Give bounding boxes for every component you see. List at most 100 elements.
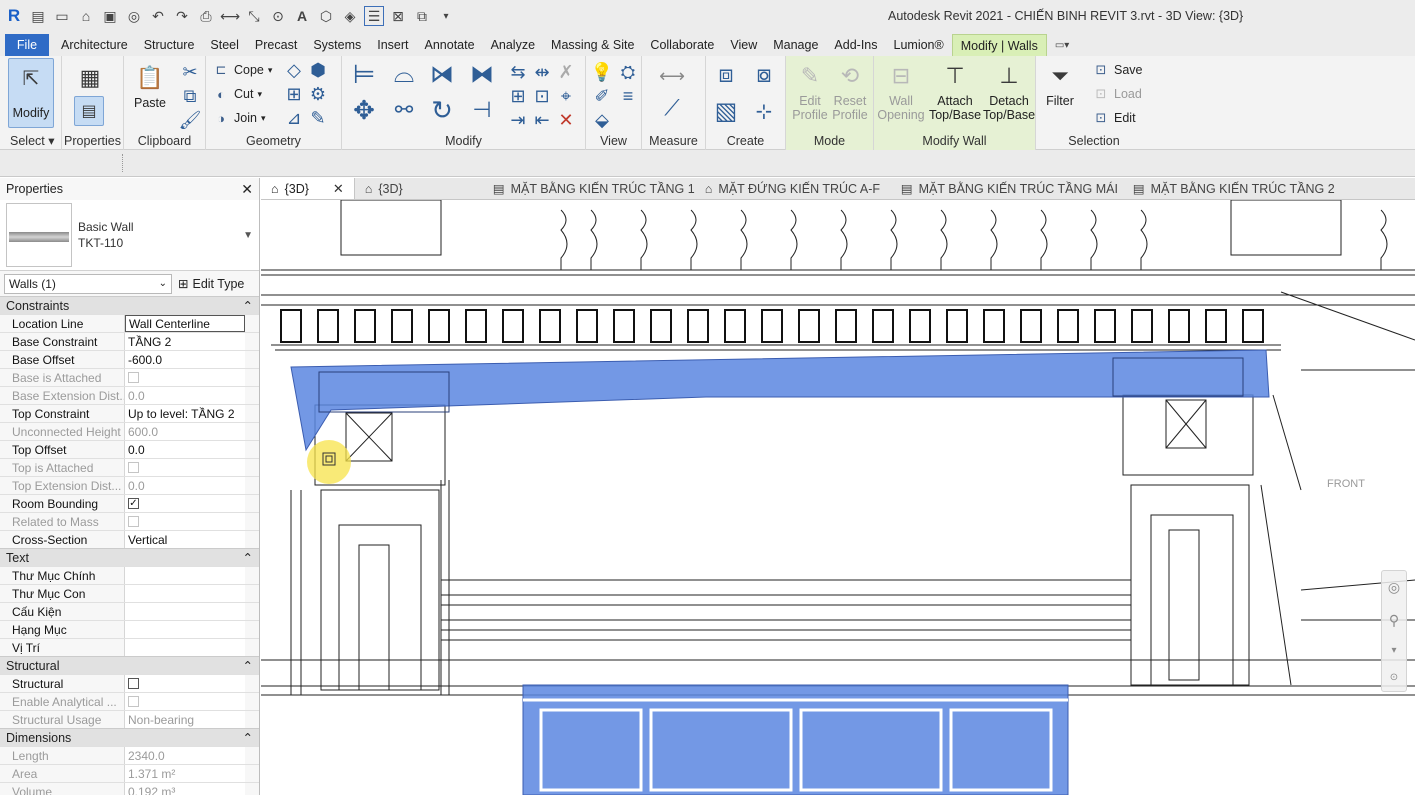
cut-geometry-button[interactable]: ◐ Cut ▾: [212, 85, 262, 103]
trim-extend-single-icon[interactable]: ⇤: [530, 108, 554, 132]
view-tab[interactable]: ⌂ {3D} ✕: [261, 178, 355, 199]
switch-windows-icon[interactable]: ⧉: [412, 6, 432, 26]
prop-value[interactable]: -600.0: [125, 351, 245, 368]
3d-viewport[interactable]: FRONT ◎ ⚲ ▾ ⊙: [261, 200, 1415, 795]
prop-row[interactable]: Cấu Kiện: [0, 602, 259, 620]
instance-filter-dropdown[interactable]: Walls (1) ⌄: [4, 273, 172, 294]
save-icon[interactable]: ▣: [100, 6, 120, 26]
mirror-draw-axis-icon[interactable]: ⧓: [470, 61, 494, 88]
collapse-icon[interactable]: ⌃: [243, 730, 253, 745]
type-selector[interactable]: Basic Wall TKT-110 ▼: [0, 200, 259, 270]
revit-logo-icon[interactable]: R: [4, 6, 24, 26]
prop-value[interactable]: [125, 585, 245, 602]
tab-insert[interactable]: Insert: [369, 34, 416, 56]
trim-icon[interactable]: ⊣: [470, 97, 494, 122]
prop-row[interactable]: Base Offset -600.0: [0, 350, 259, 368]
remove-paint-icon[interactable]: ✎: [306, 106, 330, 130]
tab-file[interactable]: File: [5, 34, 49, 56]
new-icon[interactable]: ▭: [52, 6, 72, 26]
tab-massing-site[interactable]: Massing & Site: [543, 34, 642, 56]
tab-architecture[interactable]: Architecture: [53, 34, 136, 56]
linework-icon[interactable]: ✐: [590, 84, 614, 108]
chevron-down-icon[interactable]: ▾: [1391, 645, 1396, 656]
tab-annotate[interactable]: Annotate: [417, 34, 483, 56]
cope-button[interactable]: ⊏ Cope ▾: [212, 61, 273, 79]
dimension-icon[interactable]: ⤡: [244, 6, 264, 26]
tab-manage[interactable]: Manage: [765, 34, 826, 56]
viewcube-face-label[interactable]: FRONT: [1327, 478, 1365, 490]
prop-value[interactable]: ✓: [125, 495, 245, 512]
match-properties-icon[interactable]: 🖌: [178, 108, 202, 132]
tab-add-ins[interactable]: Add-Ins: [826, 34, 885, 56]
prop-value[interactable]: Wall Centerline: [125, 315, 245, 332]
tab-structure[interactable]: Structure: [136, 34, 203, 56]
prop-value[interactable]: [125, 603, 245, 620]
demolish-icon[interactable]: ⚙: [306, 82, 330, 106]
pin-icon[interactable]: ⌖: [554, 84, 578, 108]
collapse-icon[interactable]: ⌃: [243, 658, 253, 673]
view-tab[interactable]: ▤ MẶT BẰNG KIẾN TRÚC TẦNG 2: [1123, 178, 1345, 199]
split-gap-icon[interactable]: ⇹: [530, 60, 554, 84]
reset-profile-button[interactable]: ⟲ Reset Profile: [830, 58, 870, 122]
prop-value[interactable]: [125, 675, 245, 692]
tab-modify-walls[interactable]: Modify | Walls: [951, 34, 1047, 56]
close-hidden-icon[interactable]: ⊠: [388, 6, 408, 26]
view-tab[interactable]: ▤ MẶT BẰNG KIẾN TRÚC TẦNG 1: [483, 178, 695, 199]
detach-top-base-button[interactable]: ⊥ Detach Top/Base: [982, 58, 1036, 122]
thin-lines-icon[interactable]: ☰: [364, 6, 384, 26]
create-similar-icon[interactable]: ⊹: [748, 96, 780, 126]
type-properties-button[interactable]: ▦: [72, 60, 108, 96]
collapse-icon[interactable]: ⌃: [243, 550, 253, 565]
prop-row[interactable]: Top Offset 0.0: [0, 440, 259, 458]
create-assembly-icon[interactable]: ⧈: [710, 60, 742, 90]
viewcube[interactable]: FRONT: [1311, 462, 1381, 506]
redo-icon[interactable]: ↷: [172, 6, 192, 26]
prop-row[interactable]: Cross-Section Vertical: [0, 530, 259, 548]
prop-row[interactable]: Vị Trí: [0, 638, 259, 656]
section-icon[interactable]: ◈: [340, 6, 360, 26]
text-icon[interactable]: A: [292, 6, 312, 26]
beam-join-icon[interactable]: ⊿: [282, 106, 306, 130]
attach-top-base-button[interactable]: ⊤ Attach Top/Base: [928, 58, 982, 122]
create-group-icon[interactable]: ▧: [710, 96, 742, 126]
aligned-dimension-icon[interactable]: ⟋: [652, 95, 692, 120]
paste-button[interactable]: 📋 Paste: [132, 60, 168, 110]
sync-icon[interactable]: ◎: [124, 6, 144, 26]
load-selection-button[interactable]: ⊡ Load: [1092, 85, 1142, 103]
prop-value[interactable]: Up to level: TẦNG 2: [125, 405, 245, 422]
prop-value[interactable]: [125, 621, 245, 638]
print-icon[interactable]: ⎙: [196, 6, 216, 26]
room-bounding-checkbox[interactable]: ✓: [128, 498, 139, 509]
prop-value[interactable]: TẦNG 2: [125, 333, 245, 350]
recent-files-icon[interactable]: ▤: [28, 6, 48, 26]
save-selection-button[interactable]: ⊡ Save: [1092, 61, 1143, 79]
default-3d-icon[interactable]: ⬡: [316, 6, 336, 26]
tab-collaborate[interactable]: Collaborate: [642, 34, 722, 56]
delete-icon[interactable]: ✕: [554, 108, 578, 132]
collapse-icon[interactable]: ⌃: [243, 298, 253, 313]
unpin-icon[interactable]: ✗: [554, 60, 578, 84]
edit-profile-button[interactable]: ✎ Edit Profile: [790, 58, 830, 122]
prop-value[interactable]: [125, 639, 245, 656]
prop-row[interactable]: Thư Mục Chính: [0, 566, 259, 584]
prop-row[interactable]: Hạng Mục: [0, 620, 259, 638]
tab-systems[interactable]: Systems: [305, 34, 369, 56]
override-graphics-icon[interactable]: ⛭: [616, 60, 640, 84]
close-icon[interactable]: ✕: [333, 181, 344, 197]
undo-icon[interactable]: ↶: [148, 6, 168, 26]
zoom-icon[interactable]: ⚲: [1389, 612, 1399, 629]
trim-extend-multiple-icon[interactable]: ⇥: [506, 108, 530, 132]
section-dimensions[interactable]: Dimensions ⌃: [0, 728, 259, 746]
prop-value[interactable]: [125, 567, 245, 584]
modify-button[interactable]: ⇱ Modify: [6, 58, 56, 128]
tab-precast[interactable]: Precast: [247, 34, 305, 56]
view-tab[interactable]: ⌂ {3D}: [355, 178, 483, 199]
wall-joins-icon[interactable]: ⊞: [282, 82, 306, 106]
scale-icon[interactable]: ⊡: [530, 84, 554, 108]
tab-analyze[interactable]: Analyze: [483, 34, 543, 56]
split-face-icon[interactable]: ◇: [282, 58, 306, 82]
array-icon[interactable]: ⊞: [506, 84, 530, 108]
prop-row[interactable]: Location Line Wall Centerline: [0, 314, 259, 332]
measure-icon[interactable]: ⟷: [220, 6, 240, 26]
filter-button[interactable]: ⏷ Filter: [1040, 58, 1080, 108]
